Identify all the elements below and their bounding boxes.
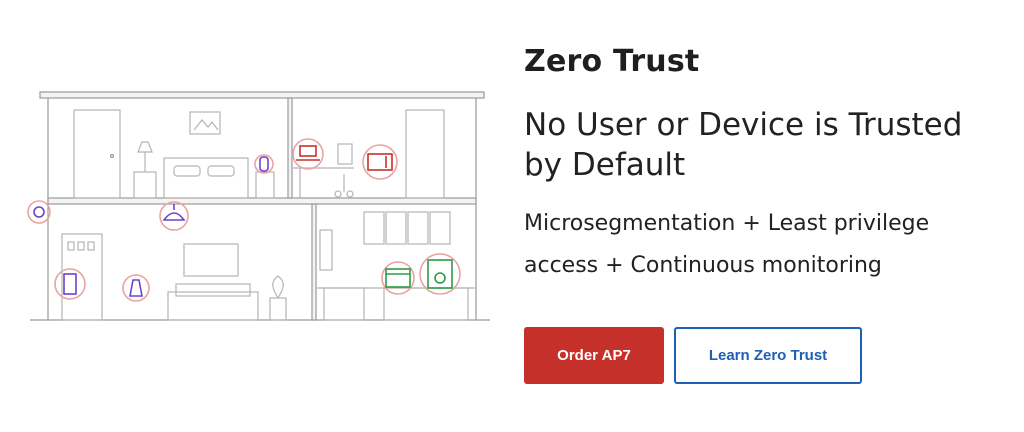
hero-text: Zero Trust No User or Device is Trusted … xyxy=(524,44,1004,287)
coffee-machine-icon xyxy=(419,253,461,295)
microwave-icon xyxy=(362,144,398,180)
laptop-icon xyxy=(292,138,324,170)
smart-speaker-icon xyxy=(254,154,274,174)
oven-icon xyxy=(381,261,415,295)
hero-subtitle: No User or Device is Trusted by Default xyxy=(524,107,963,183)
ceiling-lamp-icon xyxy=(159,201,189,231)
router-icon xyxy=(27,200,51,224)
thermostat-icon xyxy=(54,268,86,300)
hero-actions: Order AP7 Learn Zero Trust xyxy=(524,327,862,384)
zero-trust-house-illustration xyxy=(24,84,494,334)
smart-speaker-2-icon xyxy=(122,274,150,302)
learn-zero-trust-button[interactable]: Learn Zero Trust xyxy=(674,327,862,384)
hero-title: Zero Trust xyxy=(524,44,700,79)
order-ap7-button[interactable]: Order AP7 xyxy=(524,327,664,384)
hero-description: Microsegmentation + Least privilege acce… xyxy=(524,211,930,278)
